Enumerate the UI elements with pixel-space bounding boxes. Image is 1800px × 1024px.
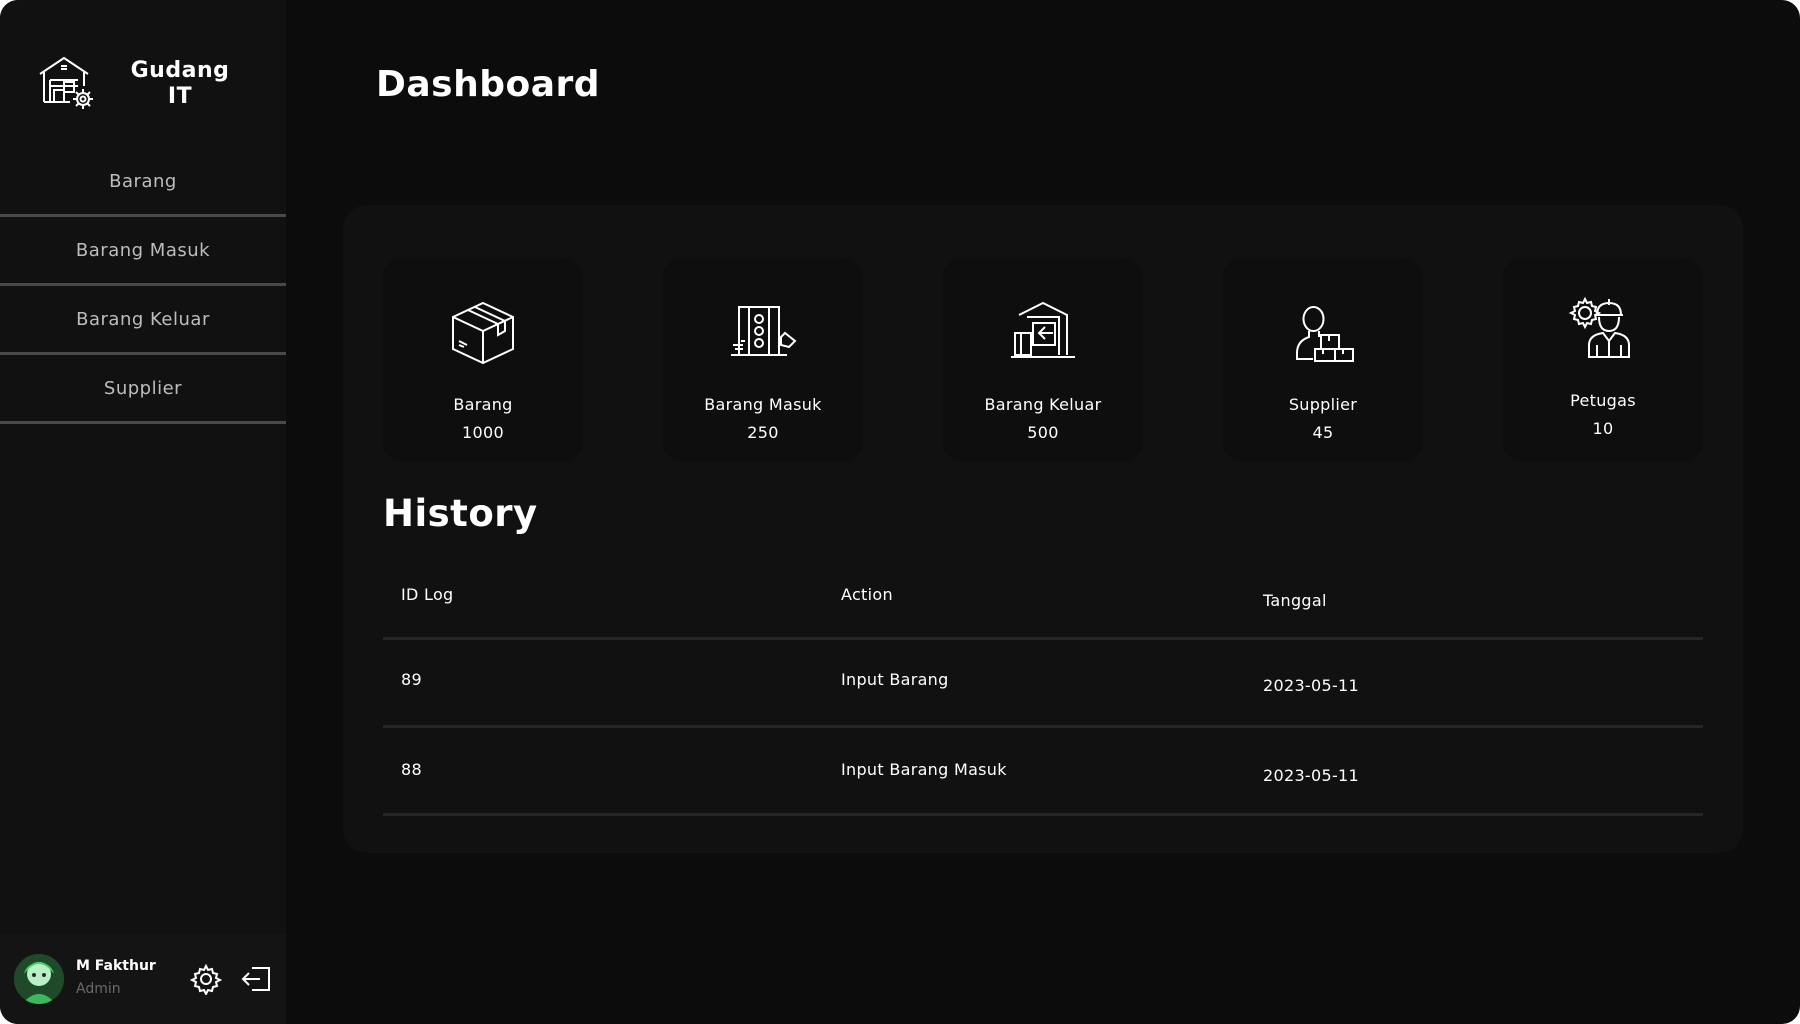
stat-value: 500: [1027, 423, 1059, 442]
stat-value: 45: [1312, 423, 1334, 442]
worker-icon: [1568, 296, 1630, 358]
sidebar-item-label: Supplier: [103, 377, 183, 399]
stat-card-barang-keluar[interactable]: Barang Keluar 500: [943, 257, 1143, 462]
app-title: Gudang IT: [120, 58, 240, 110]
stat-value: 1000: [462, 423, 504, 442]
stat-label: Supplier: [1288, 395, 1358, 414]
cell-action: Input Barang: [841, 670, 949, 689]
stat-card-barang-masuk[interactable]: Barang Masuk 250: [663, 257, 863, 462]
stat-card-petugas[interactable]: Petugas 10: [1503, 257, 1703, 462]
column-header-action: Action: [841, 585, 893, 604]
cell-id-log: 89: [401, 670, 422, 689]
app-title-line1: Gudang: [130, 58, 230, 83]
stat-text: Petugas 10: [1503, 391, 1703, 438]
stat-text: Barang Keluar 500: [943, 395, 1143, 442]
stat-text: Barang Masuk 250: [663, 395, 863, 442]
table-header: ID Log Action Tanggal: [383, 570, 1703, 640]
logout-icon[interactable]: [240, 964, 272, 994]
sidebar-item-barang[interactable]: Barang: [0, 148, 286, 217]
sidebar-item-label: Barang: [109, 170, 177, 192]
user-role: Admin: [76, 981, 121, 997]
stat-label: Barang: [453, 395, 513, 414]
supplier-icon: [1296, 305, 1354, 362]
table-row[interactable]: 89 Input Barang 2023-05-11: [383, 640, 1703, 728]
app-window: Gudang IT Barang Barang Masuk Barang Kel…: [0, 0, 1800, 1024]
stat-value: 250: [747, 423, 779, 442]
stat-text: Barang 1000: [383, 395, 583, 442]
warehouse-gear-icon: [39, 56, 93, 109]
sidebar-item-label: Barang Masuk: [75, 239, 211, 261]
user-profile-bar: M Fakthur Admin: [0, 934, 286, 1024]
avatar[interactable]: [14, 954, 64, 1004]
column-header-id-log: ID Log: [401, 585, 454, 604]
history-table: ID Log Action Tanggal 89 Input Barang 20…: [383, 570, 1703, 816]
stat-label: Barang Masuk: [704, 395, 822, 414]
user-name: M Fakthur: [76, 958, 156, 974]
cell-tanggal: 2023-05-11: [1263, 676, 1359, 695]
stat-text: Supplier 45: [1223, 395, 1423, 442]
cell-action: Input Barang Masuk: [841, 760, 1007, 779]
sidebar-item-label: Barang Keluar: [76, 308, 210, 330]
gear-icon[interactable]: [190, 963, 222, 995]
stat-label: Barang Keluar: [984, 395, 1102, 414]
cell-tanggal: 2023-05-11: [1263, 766, 1359, 785]
sidebar-item-barang-keluar[interactable]: Barang Keluar: [0, 286, 286, 355]
stat-card-barang[interactable]: Barang 1000: [383, 257, 583, 462]
stat-card-supplier[interactable]: Supplier 45: [1223, 257, 1423, 462]
cell-id-log: 88: [401, 760, 422, 779]
history-title: History: [383, 492, 538, 535]
stat-value: 10: [1592, 419, 1614, 438]
sidebar-nav: Barang Barang Masuk Barang Keluar Suppli…: [0, 148, 286, 424]
table-row[interactable]: 88 Input Barang Masuk 2023-05-11: [383, 728, 1703, 816]
sidebar-item-supplier[interactable]: Supplier: [0, 355, 286, 424]
dashboard-panel: Barang 1000 Barang Masuk 250 Barang Kelu…: [343, 205, 1743, 853]
avatar-image: [14, 954, 64, 1004]
brand: Gudang IT: [36, 50, 276, 120]
column-header-tanggal: Tanggal: [1263, 591, 1327, 610]
stat-label: Petugas: [1570, 391, 1636, 410]
sidebar-item-barang-masuk[interactable]: Barang Masuk: [0, 217, 286, 286]
incoming-goods-icon: [731, 306, 797, 356]
page-title: Dashboard: [376, 64, 601, 105]
sidebar: Gudang IT Barang Barang Masuk Barang Kel…: [0, 0, 286, 1024]
outgoing-goods-icon: [1011, 301, 1075, 358]
app-title-line2: IT: [167, 84, 193, 109]
box-icon: [452, 301, 514, 365]
